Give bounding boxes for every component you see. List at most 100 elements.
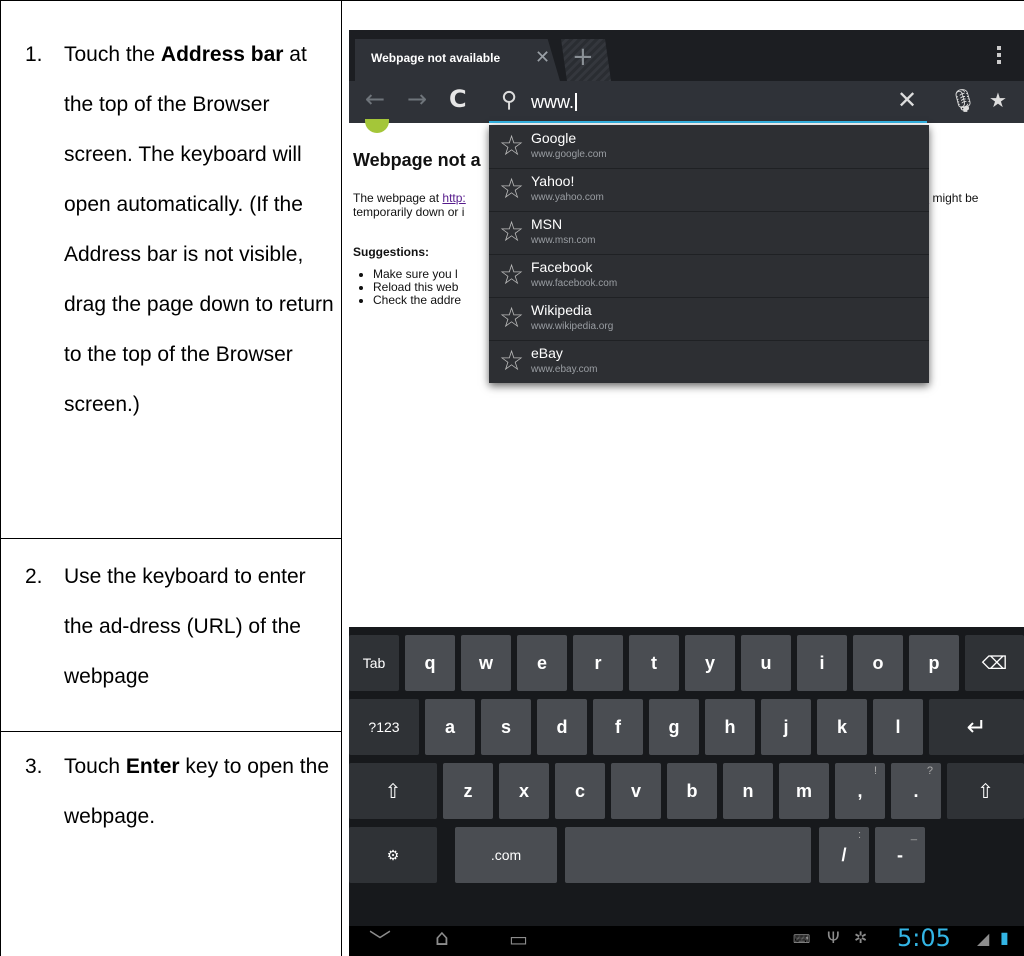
star-icon: ☆: [499, 344, 525, 377]
key-u[interactable]: u: [741, 635, 791, 691]
recent-apps-icon[interactable]: ▭: [509, 927, 528, 951]
key-r[interactable]: r: [573, 635, 623, 691]
key-b[interactable]: b: [667, 763, 717, 819]
hide-keyboard-icon[interactable]: ﹀: [369, 924, 391, 956]
usb-icon: Ψ: [827, 928, 840, 947]
step-2: 2. Use the keyboard to enter the ad-dres…: [0, 552, 342, 722]
tab-title: Webpage not available: [371, 51, 501, 65]
key-o[interactable]: o: [853, 635, 903, 691]
key-l[interactable]: l: [873, 699, 923, 755]
space-key[interactable]: [565, 827, 811, 883]
key-hint: _: [910, 829, 917, 841]
error-text: The webpage at: [353, 191, 443, 205]
key-hint: ?: [926, 765, 933, 777]
step-text: Use the keyboard to enter the ad-dress (…: [64, 552, 334, 702]
suggestions-list: Make sure you l Reload this web Check th…: [359, 268, 461, 307]
site-name: Google: [531, 130, 577, 146]
error-link[interactable]: http:: [442, 191, 465, 205]
star-icon: ☆: [499, 301, 525, 334]
star-icon: ☆: [499, 215, 525, 248]
step-text-post: at the top of the Browser screen. The ke…: [64, 43, 334, 416]
system-bar: ﹀ ⌂ ▭ ⌨ Ψ ✲ 5:05 ◢ ▮: [349, 924, 1024, 956]
clear-icon[interactable]: ✕: [897, 86, 917, 115]
star-icon: ☆: [499, 129, 525, 162]
clock: 5:05: [897, 924, 951, 952]
autocomplete-item[interactable]: ☆ eBay www.ebay.com: [489, 340, 929, 383]
step-number: 2.: [25, 565, 43, 588]
key-f[interactable]: f: [593, 699, 643, 755]
key-k[interactable]: k: [817, 699, 867, 755]
key-q[interactable]: q: [405, 635, 455, 691]
settings-key[interactable]: ⚙: [349, 827, 437, 883]
error-title: Webpage not a: [353, 150, 481, 170]
key-d[interactable]: d: [537, 699, 587, 755]
key-p[interactable]: p: [909, 635, 959, 691]
enter-key[interactable]: ↵: [929, 699, 1024, 755]
step-number: 1.: [25, 43, 43, 66]
key-m[interactable]: m: [779, 763, 829, 819]
search-icon: ⚲: [501, 88, 518, 113]
key-label: ,: [857, 780, 863, 801]
suggestion-item: Check the addre: [373, 294, 461, 307]
on-screen-keyboard: Tab q w e r t y u i o p ⌫ ?123 a s d f g…: [349, 627, 1024, 926]
plus-icon: +: [572, 42, 594, 72]
key-j[interactable]: j: [761, 699, 811, 755]
autocomplete-item[interactable]: ☆ Facebook www.facebook.com: [489, 254, 929, 298]
key-x[interactable]: x: [499, 763, 549, 819]
key-symbols[interactable]: ?123: [349, 699, 419, 755]
backspace-key[interactable]: ⌫: [965, 635, 1024, 691]
home-icon[interactable]: ⌂: [435, 926, 449, 951]
menu-icon[interactable]: [997, 46, 1002, 66]
step-text-pre: Touch the: [64, 43, 161, 66]
site-url: www.msn.com: [531, 235, 596, 246]
key-h[interactable]: h: [705, 699, 755, 755]
site-url: www.facebook.com: [531, 278, 618, 289]
bookmark-icon[interactable]: ★: [989, 88, 1007, 113]
step-text-pre: Use the keyboard to enter the ad-dress (…: [64, 565, 306, 688]
key-w[interactable]: w: [461, 635, 511, 691]
autocomplete-item[interactable]: ☆ Yahoo! www.yahoo.com: [489, 168, 929, 212]
key-v[interactable]: v: [611, 763, 661, 819]
autocomplete-item[interactable]: ☆ Google www.google.com: [489, 125, 929, 169]
shift-key-left[interactable]: ⇧: [349, 763, 437, 819]
autocomplete-item[interactable]: ☆ MSN www.msn.com: [489, 211, 929, 255]
key-period[interactable]: .?: [891, 763, 941, 819]
key-label: .: [913, 780, 919, 801]
key-tab[interactable]: Tab: [349, 635, 399, 691]
site-name: Facebook: [531, 259, 593, 275]
key-t[interactable]: t: [629, 635, 679, 691]
step-text-pre: Touch: [64, 755, 126, 778]
close-tab-icon[interactable]: ✕: [535, 47, 550, 68]
key-comma[interactable]: ,!: [835, 763, 885, 819]
autocomplete-item[interactable]: ☆ Wikipedia www.wikipedia.org: [489, 297, 929, 341]
back-arrow-icon[interactable]: ←: [365, 85, 385, 113]
key-dotcom[interactable]: .com: [455, 827, 557, 883]
address-value: www.: [531, 92, 575, 112]
site-url: www.yahoo.com: [531, 192, 604, 203]
address-input[interactable]: www.: [531, 92, 578, 113]
key-n[interactable]: n: [723, 763, 773, 819]
star-icon: ☆: [499, 258, 525, 291]
forward-arrow-icon[interactable]: →: [407, 85, 427, 113]
key-label: /: [841, 844, 847, 865]
error-text-end: might be: [929, 191, 979, 205]
key-g[interactable]: g: [649, 699, 699, 755]
reload-icon[interactable]: C: [449, 85, 467, 113]
key-c[interactable]: c: [555, 763, 605, 819]
autocomplete-dropdown: ☆ Google www.google.com ☆ Yahoo! www.yah…: [489, 125, 929, 383]
key-slash[interactable]: /:: [819, 827, 869, 883]
battery-icon: ▮: [1000, 928, 1009, 947]
key-a[interactable]: a: [425, 699, 475, 755]
microphone-icon[interactable]: 🎙: [949, 88, 977, 114]
site-url: www.google.com: [531, 149, 607, 160]
table-top-border: [0, 0, 1024, 1]
shift-key-right[interactable]: ⇧: [947, 763, 1024, 819]
key-y[interactable]: y: [685, 635, 735, 691]
row-divider-2: [0, 731, 342, 732]
key-i[interactable]: i: [797, 635, 847, 691]
step-text: Touch Enter key to open the webpage.: [64, 742, 334, 842]
key-dash[interactable]: - _: [875, 827, 925, 883]
key-e[interactable]: e: [517, 635, 567, 691]
key-s[interactable]: s: [481, 699, 531, 755]
key-z[interactable]: z: [443, 763, 493, 819]
